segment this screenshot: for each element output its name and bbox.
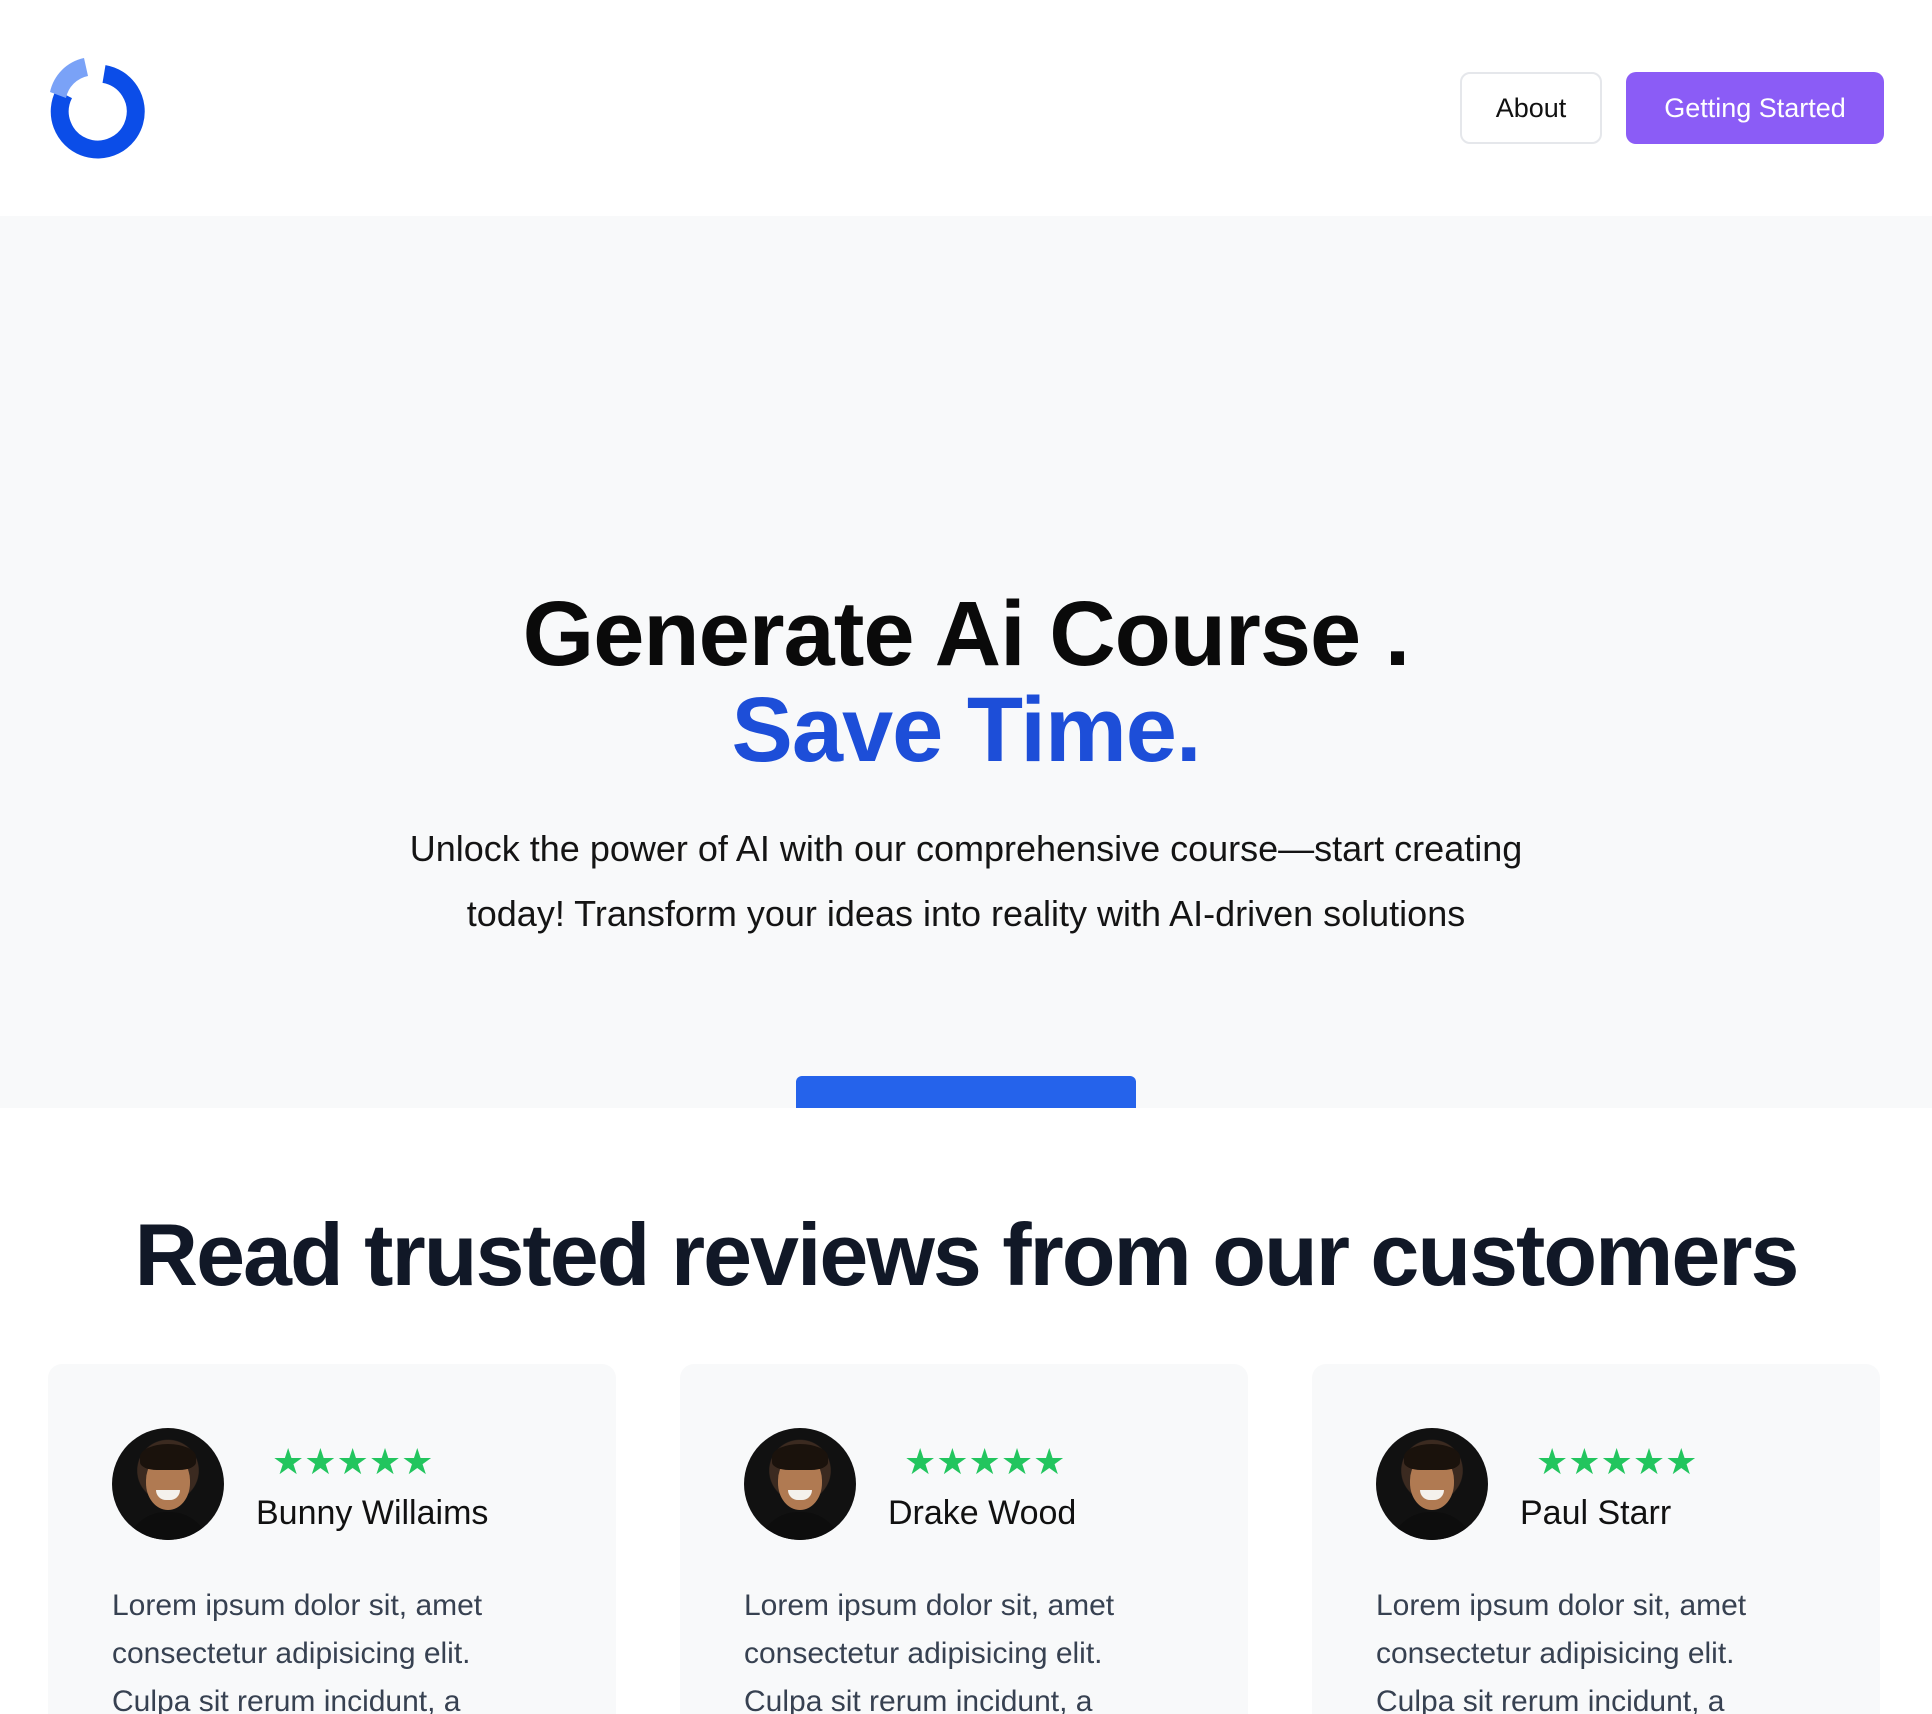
star-rating: ★★★★★ <box>1536 1441 1698 1482</box>
about-button[interactable]: About <box>1460 72 1602 144</box>
hero-title: Generate Ai Course . Save Time. <box>0 586 1932 778</box>
review-text: Lorem ipsum dolor sit, amet consectetur … <box>1376 1589 1747 1714</box>
star-rating: ★★★★★ <box>904 1441 1066 1482</box>
hero-title-line2: Save Time. <box>731 679 1201 781</box>
review-cards: ★★★★★ Bunny Willaims Lorem ipsum dolor s… <box>48 1364 1880 1714</box>
hero-subtitle: Unlock the power of AI with our comprehe… <box>409 828 1523 934</box>
reviews-section: Read trusted reviews from our customers … <box>0 1108 1932 1714</box>
ring-logo-icon[interactable] <box>44 54 154 164</box>
getting-started-button[interactable]: Getting Started <box>1626 72 1884 144</box>
reviewer-name: Drake Wood <box>888 1494 1077 1532</box>
reviewer-name: Paul Starr <box>1520 1494 1672 1532</box>
review-card: ★★★★★ Paul Starr Lorem ipsum dolor sit, … <box>1312 1364 1880 1714</box>
review-text: Lorem ipsum dolor sit, amet consectetur … <box>744 1589 1115 1714</box>
reviews-title: Read trusted reviews from our customers <box>134 1205 1800 1304</box>
review-card: ★★★★★ Bunny Willaims Lorem ipsum dolor s… <box>48 1364 616 1714</box>
review-card: ★★★★★ Drake Wood Lorem ipsum dolor sit, … <box>680 1364 1248 1714</box>
avatar <box>112 1428 224 1540</box>
site-header: About Getting Started <box>0 0 1932 216</box>
top-nav: About Getting Started <box>1460 72 1884 144</box>
avatar <box>744 1428 856 1540</box>
hero-section: Generate Ai Course . Save Time. Unlock t… <box>0 216 1932 1164</box>
reviewer-name: Bunny Willaims <box>256 1494 489 1532</box>
avatar <box>1376 1428 1488 1540</box>
review-text: Lorem ipsum dolor sit, amet consectetur … <box>112 1589 483 1714</box>
hero-title-line1: Generate Ai Course . <box>522 583 1411 685</box>
star-rating: ★★★★★ <box>272 1441 434 1482</box>
